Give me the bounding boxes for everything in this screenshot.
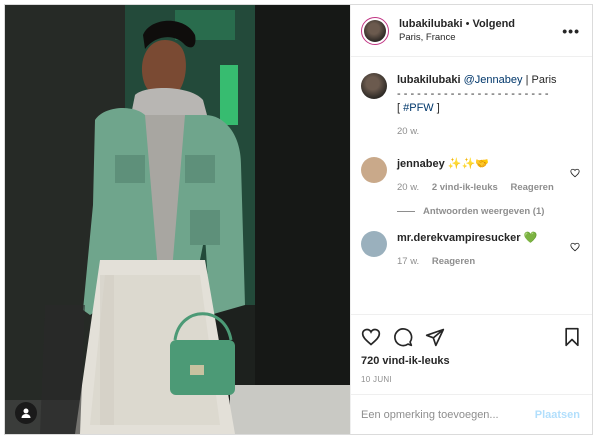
comment-item: jennabey ✨✨🤝 20 w. 2 vind-ik-leuks Reage… bbox=[361, 157, 580, 195]
comment-like-heart-icon[interactable] bbox=[570, 239, 580, 257]
comment-text: 💚 bbox=[523, 232, 538, 244]
comment-username[interactable]: mr.derekvampiresucker bbox=[397, 232, 521, 244]
comments-section: lubakilubaki @Jennabey | Paris - - - - -… bbox=[351, 57, 592, 314]
post-photo[interactable] bbox=[5, 5, 350, 434]
comment-icon[interactable] bbox=[393, 327, 413, 347]
share-icon[interactable] bbox=[425, 327, 445, 347]
comment-time[interactable]: 17 w. bbox=[397, 256, 419, 267]
comment-item: mr.derekvampiresucker 💚 17 w. Reageren bbox=[361, 231, 580, 269]
caption-dashes: - - - - - - - - - - - - - - - - - - - - … bbox=[397, 88, 549, 100]
caption-text: | Paris bbox=[522, 74, 557, 86]
post-location[interactable]: Paris, France bbox=[399, 31, 562, 45]
commenter-avatar[interactable] bbox=[361, 231, 387, 257]
caption-mention-link[interactable]: @Jennabey bbox=[464, 74, 523, 86]
author-avatar[interactable] bbox=[361, 16, 389, 45]
action-bar: 720 vind-ik-leuks 10 JUNI bbox=[351, 314, 592, 394]
reply-button[interactable]: Reageren bbox=[432, 256, 475, 267]
more-options-icon[interactable]: ••• bbox=[562, 23, 580, 39]
post-date[interactable]: 10 JUNI bbox=[361, 375, 582, 394]
bookmark-icon[interactable] bbox=[562, 327, 582, 347]
author-username[interactable]: lubakilubaki bbox=[399, 18, 463, 30]
replies-line bbox=[397, 211, 415, 212]
add-comment-bar: Plaatsen bbox=[351, 394, 592, 434]
comment-time[interactable]: 20 w. bbox=[397, 182, 419, 193]
view-replies-label: Antwoorden weergeven (1) bbox=[423, 206, 545, 217]
street-style-photo bbox=[5, 5, 350, 434]
caption-avatar[interactable] bbox=[361, 73, 387, 99]
post-comment-button[interactable]: Plaatsen bbox=[535, 409, 580, 421]
comment-input[interactable] bbox=[361, 408, 535, 421]
post-dialog: lubakilubaki • Volgend Paris, France ••• l… bbox=[4, 4, 593, 435]
header-separator: • bbox=[465, 18, 470, 30]
caption-username[interactable]: lubakilubaki bbox=[397, 74, 461, 86]
likes-count[interactable]: 720 vind-ik-leuks bbox=[361, 355, 582, 367]
view-replies-button[interactable]: Antwoorden weergeven (1) bbox=[397, 206, 580, 217]
follow-status-button[interactable]: Volgend bbox=[472, 18, 515, 30]
comment-like-heart-icon[interactable] bbox=[570, 165, 580, 183]
user-tag-icon[interactable] bbox=[15, 402, 37, 424]
caption-hashtag-link[interactable]: #PFW bbox=[403, 102, 434, 114]
reply-button[interactable]: Reageren bbox=[510, 182, 553, 193]
post-header: lubakilubaki • Volgend Paris, France ••• bbox=[351, 5, 592, 57]
commenter-avatar[interactable] bbox=[361, 157, 387, 183]
caption-bracket-close: ] bbox=[433, 102, 440, 114]
comment-text: ✨✨🤝 bbox=[447, 158, 489, 170]
caption: lubakilubaki @Jennabey | Paris - - - - -… bbox=[361, 73, 580, 139]
comment-username[interactable]: jennabey bbox=[397, 158, 445, 170]
post-sidebar: lubakilubaki • Volgend Paris, France ••• l… bbox=[350, 5, 592, 434]
comment-likes[interactable]: 2 vind-ik-leuks bbox=[432, 182, 498, 193]
heart-icon[interactable] bbox=[361, 327, 381, 347]
caption-time[interactable]: 20 w. bbox=[397, 126, 419, 137]
